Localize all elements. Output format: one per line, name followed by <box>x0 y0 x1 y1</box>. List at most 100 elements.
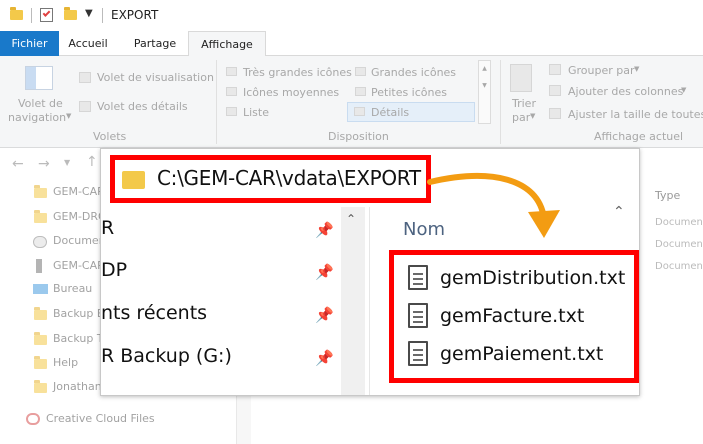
details-pane-icon <box>79 101 91 112</box>
layout-md[interactable]: Icônes moyennes <box>243 86 339 99</box>
xl-icons-icon <box>226 67 237 76</box>
fit-columns-button[interactable]: Ajuster la taille de toutes l <box>568 108 703 121</box>
type-cell: Documen <box>655 261 703 272</box>
type-column-header[interactable]: Type <box>655 189 680 202</box>
folder-icon <box>34 210 47 223</box>
details-pane-button[interactable]: Volet des détails <box>97 100 188 113</box>
sidebar-item[interactable]: Backup E <box>53 307 104 320</box>
new-folder-icon[interactable] <box>64 7 77 20</box>
md-icons-icon <box>226 87 237 96</box>
text-file-icon <box>408 341 428 366</box>
nav-pane-chevron: ▼ <box>66 112 72 120</box>
pane-divider <box>369 207 370 395</box>
group-separator <box>216 60 217 144</box>
forward-arrow-icon[interactable]: → <box>38 156 50 172</box>
nav-pane-label1[interactable]: Volet de <box>18 97 63 110</box>
quick-access-item[interactable]: DP <box>101 259 127 281</box>
folder-icon <box>34 185 47 198</box>
sidebar-item[interactable]: Creative Cloud Files <box>46 412 155 425</box>
sort-label2[interactable]: par <box>512 111 530 124</box>
tab-affichage[interactable]: Affichage <box>188 31 266 57</box>
quick-access-item[interactable]: nts récents <box>101 302 207 324</box>
sidebar-item[interactable]: GEM-CAR <box>53 185 105 198</box>
creative-cloud-icon <box>26 413 40 425</box>
pin-icon[interactable]: 📌 <box>315 263 334 281</box>
quick-access-item[interactable]: R <box>101 217 114 239</box>
drive-icon <box>36 259 42 273</box>
pin-icon[interactable]: 📌 <box>315 306 334 324</box>
window-title: EXPORT <box>111 8 159 22</box>
add-columns-button[interactable]: Ajouter des colonnes <box>568 85 683 98</box>
file-list-highlight: gemDistribution.txt gemFacture.txt gemPa… <box>389 250 639 383</box>
list-icon <box>226 107 237 116</box>
layout-list[interactable]: Liste <box>243 106 269 119</box>
sidebar-item[interactable]: GEM-CAR <box>53 259 105 272</box>
ribbon-tabs: Fichier Accueil Partage Affichage <box>0 31 703 57</box>
layout-sm[interactable]: Petites icônes <box>371 86 447 99</box>
file-item[interactable]: gemDistribution.txt <box>440 267 625 289</box>
scroll-up-icon[interactable]: ⌃ <box>346 212 356 226</box>
group-by-button[interactable]: Grouper par <box>568 64 635 77</box>
text-file-icon <box>408 303 428 328</box>
desktop-icon <box>33 284 48 294</box>
folder-icon <box>34 307 47 320</box>
folder-icon <box>34 332 47 345</box>
lg-icons-icon <box>355 67 366 76</box>
recent-chevron-icon[interactable]: ▼ <box>64 158 70 167</box>
text-file-icon <box>408 265 428 290</box>
file-item[interactable]: gemFacture.txt <box>440 305 584 327</box>
details-icon <box>354 107 365 116</box>
pin-icon[interactable]: 📌 <box>315 349 334 367</box>
layout-details-selected[interactable]: Détails <box>347 102 475 122</box>
preview-pane-icon <box>79 72 91 83</box>
folder-icon <box>34 356 47 369</box>
tab-partage[interactable]: Partage <box>124 31 186 56</box>
layout-xl[interactable]: Très grandes icônes <box>243 66 352 79</box>
sort-icon <box>510 64 532 92</box>
ribbon-body: Volet de navigation ▼ Volet de visualisa… <box>0 56 703 148</box>
group-label-volets: Volets <box>93 130 127 143</box>
back-arrow-icon[interactable]: ← <box>12 156 24 172</box>
layout-lg[interactable]: Grandes icônes <box>371 66 456 79</box>
annotation-arrow <box>427 173 560 238</box>
group-separator <box>500 60 501 144</box>
tab-fichier[interactable]: Fichier <box>0 31 59 56</box>
quick-access-item[interactable]: R Backup (G:) <box>101 345 232 367</box>
sort-ascending-icon: ⌃ <box>613 204 625 220</box>
nav-scrollbar[interactable]: ⌃ <box>341 207 365 395</box>
preview-pane-button[interactable]: Volet de visualisation <box>97 71 214 84</box>
folder-icon <box>34 380 47 393</box>
sidebar-item[interactable]: Backup T <box>53 332 104 345</box>
up-arrow-icon[interactable]: ↑ <box>86 154 98 170</box>
group-by-icon <box>549 64 561 75</box>
address-path[interactable]: C:\GEM-CAR\vdata\EXPORT <box>157 166 421 190</box>
group-label-affichage: Affichage actuel <box>594 130 684 143</box>
nav-pane-label2[interactable]: navigation <box>8 111 66 124</box>
sidebar-item[interactable]: Bureau <box>53 282 92 295</box>
divider <box>31 8 32 23</box>
pin-icon[interactable]: 📌 <box>315 221 334 239</box>
nav-pane-icon <box>25 66 53 90</box>
folder-icon <box>10 7 23 20</box>
sidebar-item[interactable]: Jonathan <box>53 380 102 393</box>
sidebar-item[interactable]: Help <box>53 356 78 369</box>
type-cell: Documen <box>655 239 703 250</box>
group-label-disposition: Disposition <box>328 130 389 143</box>
file-item[interactable]: gemPaiement.txt <box>440 343 603 365</box>
layout-details: Détails <box>371 106 410 119</box>
network-docs-icon <box>33 236 47 248</box>
layout-scroll[interactable]: ▲ ▼ <box>478 60 491 124</box>
add-columns-chevron: ▼ <box>681 86 687 94</box>
tab-accueil[interactable]: Accueil <box>59 31 117 56</box>
customize-qat-icon[interactable]: ▼ <box>85 8 93 19</box>
folder-icon <box>122 171 145 189</box>
sm-icons-icon <box>355 87 366 96</box>
sidebar-item[interactable]: Documen <box>53 234 106 247</box>
type-cell: Documen <box>655 217 703 228</box>
properties-icon[interactable] <box>40 8 53 22</box>
sidebar-item[interactable]: GEM-DRO <box>53 210 107 223</box>
divider <box>102 8 103 23</box>
address-bar[interactable]: C:\GEM-CAR\vdata\EXPORT <box>110 155 431 203</box>
sort-chevron: ▼ <box>530 112 536 120</box>
sort-label1[interactable]: Trier <box>512 97 536 110</box>
